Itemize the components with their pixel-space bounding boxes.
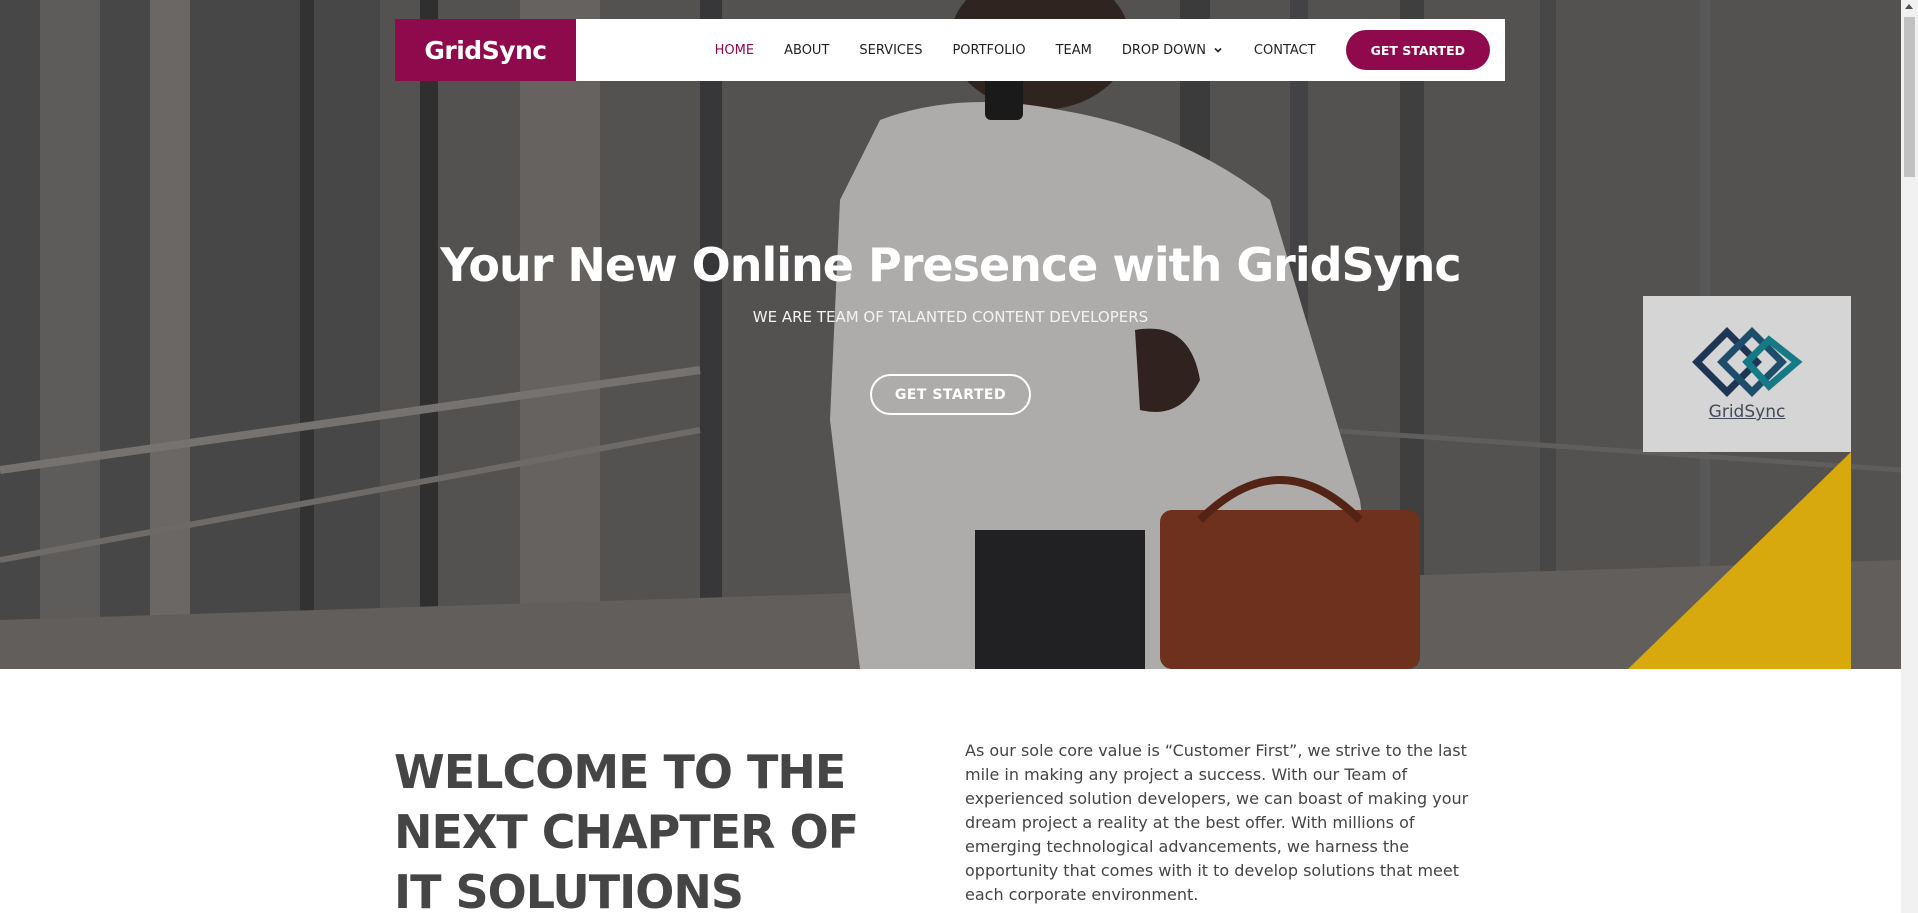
logo-text: GridSync [424,35,547,65]
scroll-up-arrow-icon[interactable] [1905,4,1913,9]
side-logo-label: GridSync [1708,402,1786,422]
chevron-down-icon [1214,47,1222,53]
nav-services-label: SERVICES [859,42,923,58]
side-logo-card: GridSync [1643,296,1851,452]
gridsync-logo-icon [1692,327,1803,397]
header-get-started-button[interactable]: GET STARTED [1345,30,1490,70]
hero-title: Your New Online Presence with GridSync [440,238,1461,292]
decorative-triangle [1628,452,1851,669]
nav-services[interactable]: SERVICES [859,43,922,58]
nav-contact[interactable]: CONTACT [1254,43,1316,58]
logo[interactable]: GridSync [395,19,576,81]
nav-team[interactable]: TEAM [1056,43,1092,58]
nav-about[interactable]: ABOUT [784,43,829,58]
page-scrollbar[interactable] [1901,0,1918,913]
hero-content: Your New Online Presence with GridSync W… [0,238,1901,415]
nav-home[interactable]: HOME [715,43,754,58]
main-nav: HOME ABOUT SERVICES PORTFOLIO TEAM DROP … [715,30,1505,70]
nav-contact-label: CONTACT [1253,42,1316,58]
nav-team-label: TEAM [1055,42,1092,58]
hero-get-started-button[interactable]: GET STARTED [870,374,1031,415]
nav-about-label: ABOUT [784,42,830,58]
nav-portfolio[interactable]: PORTFOLIO [952,43,1025,58]
nav-home-label: HOME [714,42,755,58]
welcome-text: As our sole core value is “Customer Firs… [965,741,1469,904]
nav-dropdown[interactable]: DROP DOWN [1122,43,1224,58]
welcome-title: WELCOME TO THE NEXT CHAPTER OF IT SOLUTI… [394,745,859,913]
scrollbar-thumb[interactable] [1904,17,1915,177]
site-header: GridSync HOME ABOUT SERVICES PORTFOLIO T… [395,19,1505,81]
nav-portfolio-label: PORTFOLIO [952,42,1026,58]
hero-section: GridSync HOME ABOUT SERVICES PORTFOLIO T… [0,0,1901,669]
nav-dropdown-label: DROP DOWN [1121,42,1206,58]
hero-subtitle: WE ARE TEAM OF TALANTED CONTENT DEVELOPE… [752,308,1149,326]
welcome-section: WELCOME TO THE NEXT CHAPTER OF IT SOLUTI… [0,669,1901,913]
